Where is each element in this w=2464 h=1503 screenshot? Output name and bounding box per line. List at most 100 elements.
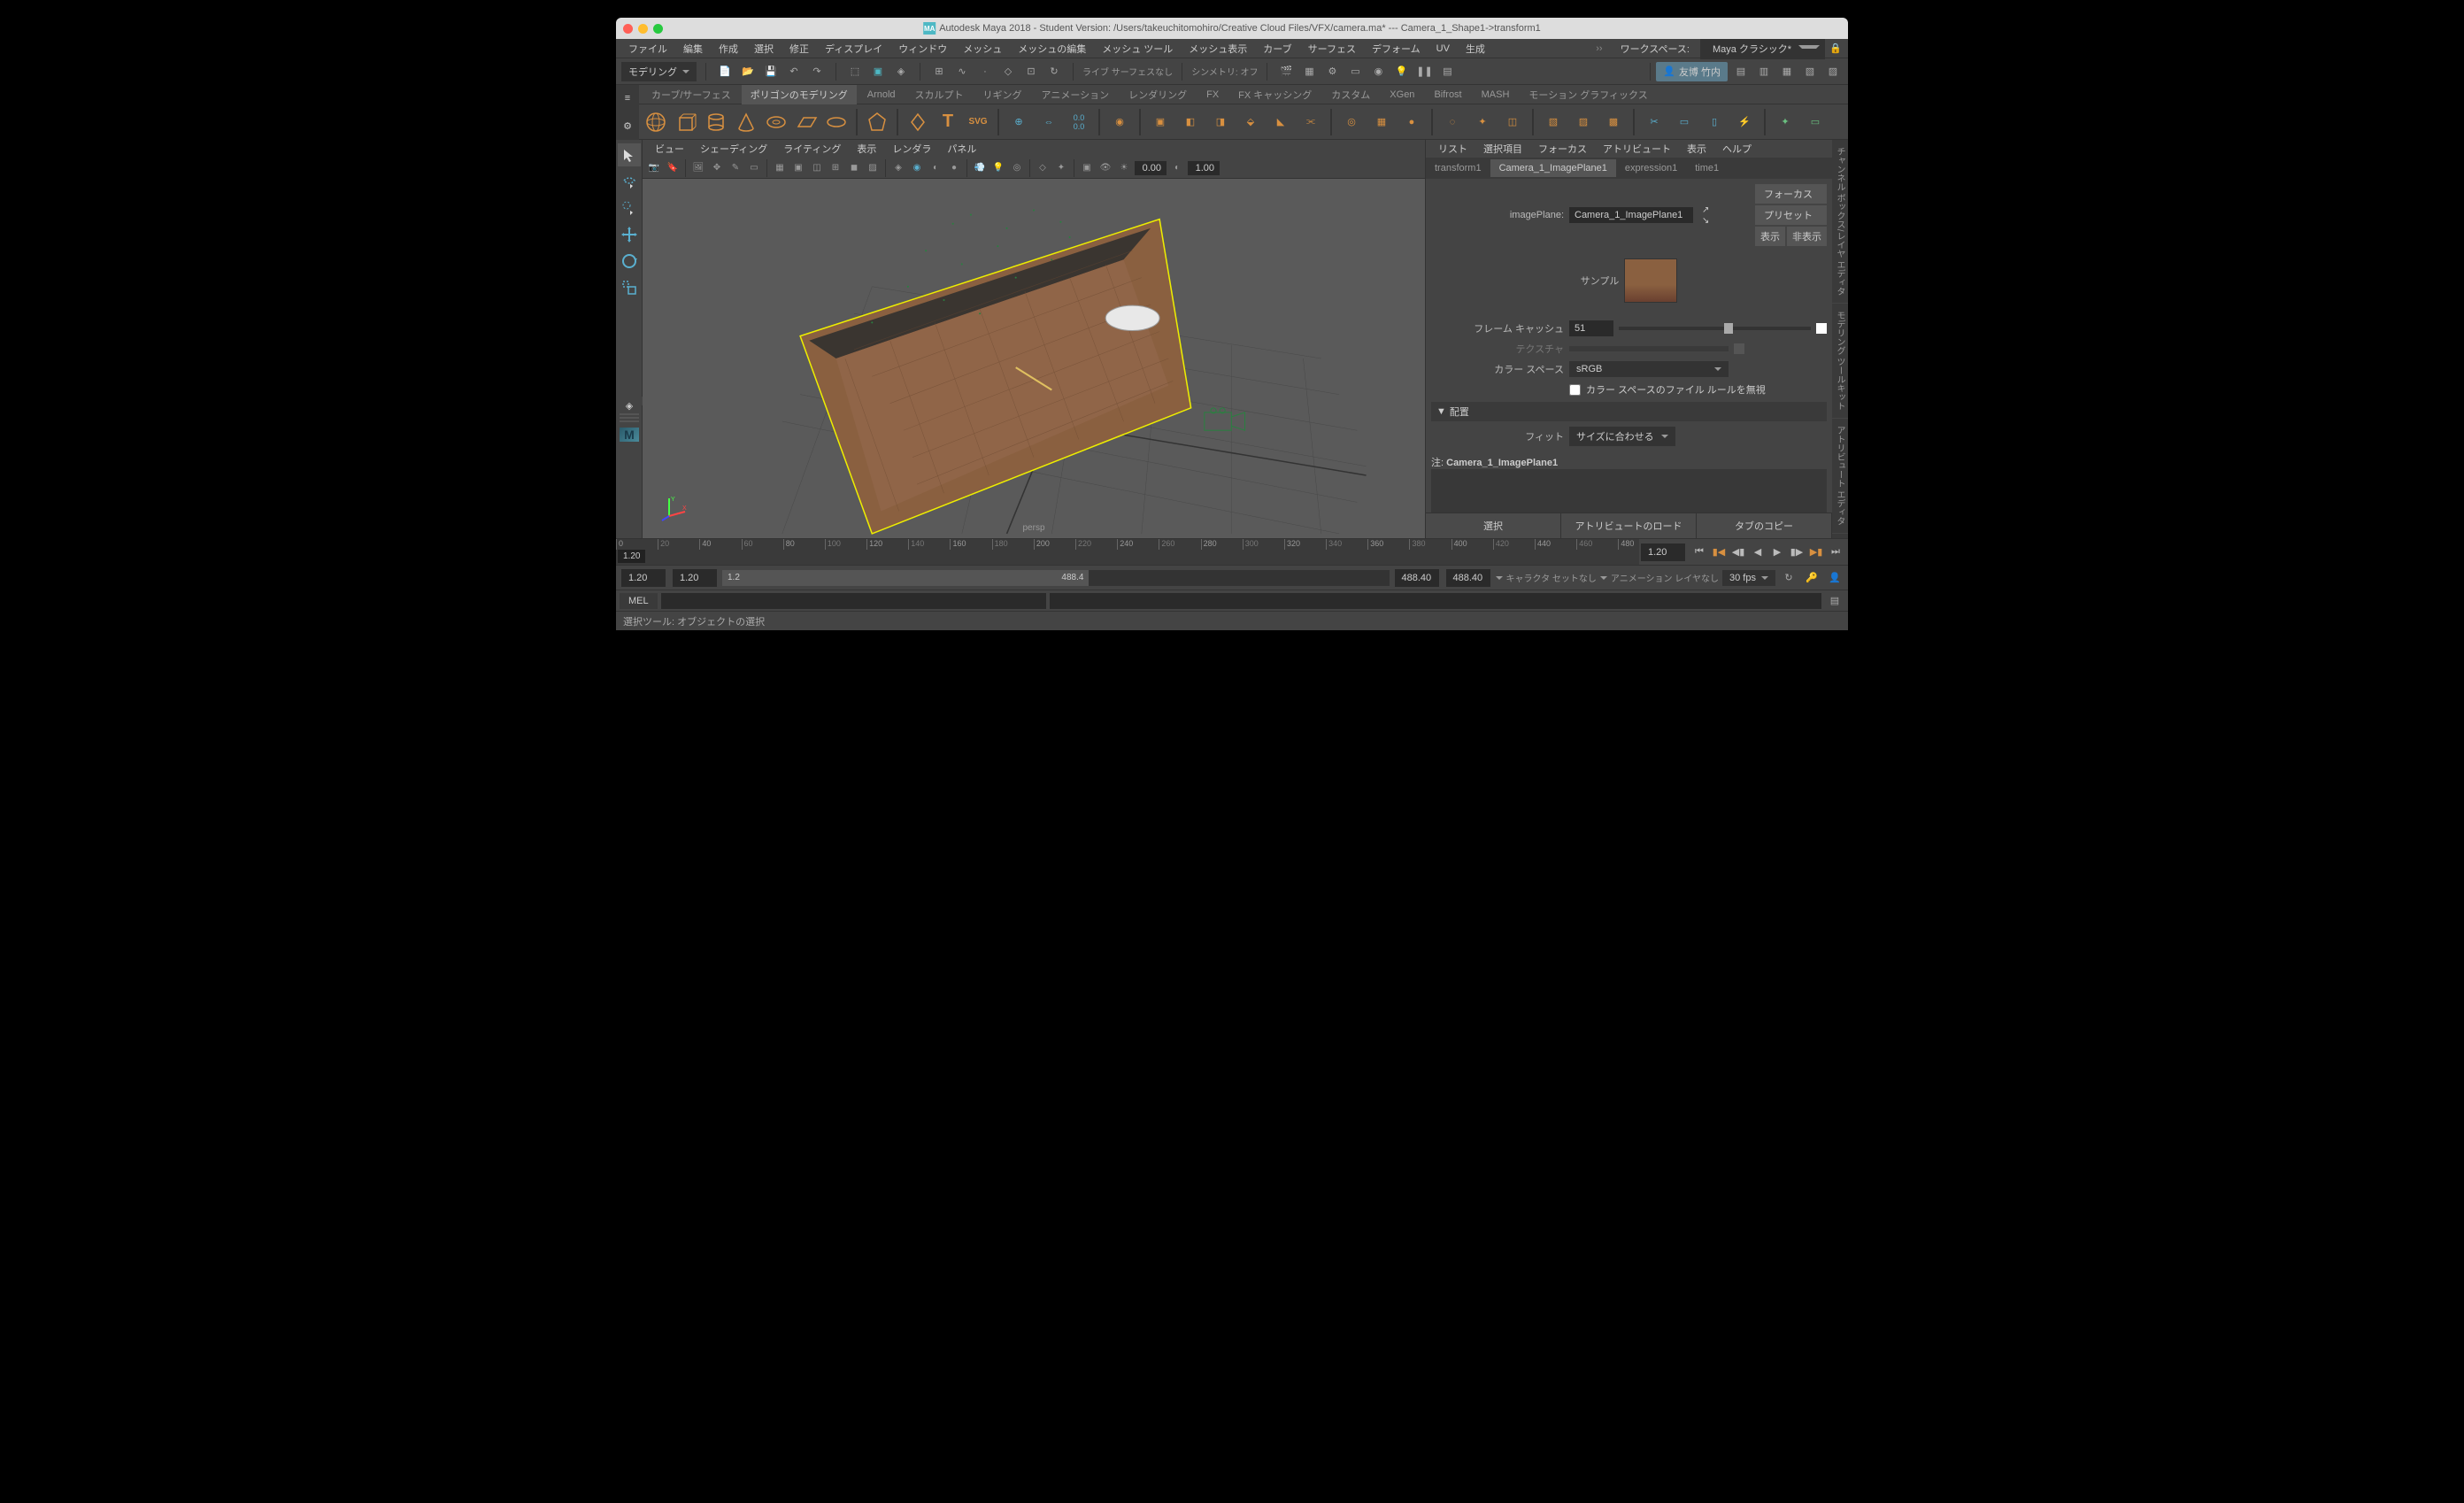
frame-cache-field[interactable]: 51 [1569, 320, 1613, 336]
shelf-tab-curves[interactable]: カーブ/サーフェス [643, 85, 740, 104]
channel-box-tab[interactable]: チャンネル ボックス/レイヤ エディタ [1832, 140, 1848, 304]
attr-menu-show[interactable]: 表示 [1680, 140, 1713, 158]
resolution-gate-icon[interactable]: ▣ [790, 160, 806, 176]
vp-menu-show[interactable]: 表示 [850, 140, 883, 158]
shelf-tab-custom[interactable]: カスタム [1322, 85, 1379, 104]
undo-icon[interactable]: ↶ [784, 62, 804, 81]
range-handle[interactable]: 1.2488.4 [722, 570, 1089, 586]
shelf-menu-icon[interactable]: ≡ [625, 93, 630, 104]
shelf-gear-icon[interactable]: ⚙ [623, 120, 632, 132]
modeling-toolkit-tab[interactable]: モデリング ツールキット [1832, 304, 1848, 419]
type-tool-icon[interactable]: T [935, 109, 961, 135]
menu-modify[interactable]: 修正 [782, 40, 816, 58]
vp-menu-view[interactable]: ビュー [648, 140, 691, 158]
menu-edit[interactable]: 編集 [676, 40, 710, 58]
film-gate-icon[interactable]: ▭ [746, 160, 762, 176]
vp-menu-panel[interactable]: パネル [940, 140, 983, 158]
extrude-icon[interactable]: ⬙ [1237, 109, 1264, 135]
go-up-icon[interactable]: ↗ [1702, 205, 1709, 215]
svg-tool-icon[interactable]: SVG [965, 109, 991, 135]
shelf-tab-xgen[interactable]: XGen [1381, 87, 1423, 103]
crease-icon[interactable]: ⚡ [1731, 109, 1758, 135]
colorspace-dropdown[interactable]: sRGB [1569, 361, 1729, 377]
shelf-tab-rendering[interactable]: レンダリング [1120, 85, 1196, 104]
poly-type-icon[interactable] [905, 109, 931, 135]
isolate-icon[interactable]: ◎ [1009, 160, 1025, 176]
attr-menu-help[interactable]: ヘルプ [1715, 140, 1759, 158]
menu-mesh-edit[interactable]: メッシュの編集 [1011, 40, 1093, 58]
cmd-lang-label[interactable]: MEL [620, 593, 658, 609]
open-scene-icon[interactable]: 📂 [738, 62, 758, 81]
step-back-icon[interactable]: ◀▮ [1729, 543, 1747, 561]
booleans-diff-icon[interactable]: ◧ [1177, 109, 1204, 135]
tool-settings-icon[interactable]: ▨ [1823, 62, 1843, 81]
booleans-union-icon[interactable]: ▣ [1147, 109, 1174, 135]
vp-menu-shading[interactable]: シェーディング [693, 140, 774, 158]
grease-pencil-icon[interactable]: ✎ [728, 160, 743, 176]
menu-select[interactable]: 選択 [747, 40, 781, 58]
snap-plane-icon[interactable]: ◇ [998, 62, 1018, 81]
attr-menu-selected[interactable]: 選択項目 [1476, 140, 1529, 158]
lasso-tool[interactable] [618, 170, 641, 193]
loop-icon[interactable]: ↻ [1779, 568, 1798, 588]
menu-display[interactable]: ディスプレイ [818, 40, 889, 58]
motion-blur-icon[interactable]: 💨 [972, 160, 988, 176]
gamma-icon[interactable]: ◐ [1169, 160, 1185, 176]
node-name-field[interactable]: Camera_1_ImagePlane1 [1569, 207, 1693, 223]
menu-mesh-display[interactable]: メッシュ表示 [1182, 40, 1254, 58]
smooth-icon[interactable]: ● [1398, 109, 1425, 135]
poly-plane-icon[interactable] [793, 109, 820, 135]
attr-tab-expression[interactable]: expression1 [1616, 159, 1686, 177]
lights-icon[interactable]: 💡 [990, 160, 1006, 176]
xray-joints-icon[interactable]: ✦ [1053, 160, 1069, 176]
playback-end-field[interactable]: 488.40 [1395, 569, 1439, 587]
command-input[interactable] [661, 593, 1047, 609]
menu-curve[interactable]: カーブ [1256, 40, 1298, 58]
character-set-dropdown[interactable]: キャラクタ セットなし [1506, 571, 1597, 584]
snap-live-icon[interactable]: ↻ [1044, 62, 1064, 81]
poly-platonic-icon[interactable] [864, 109, 890, 135]
select-button[interactable]: 選択 [1426, 513, 1561, 538]
default-material-icon[interactable]: ▣ [1079, 160, 1095, 176]
render-view-icon[interactable]: ▭ [1345, 62, 1365, 81]
menu-uv[interactable]: UV [1429, 42, 1457, 56]
offset-edge-icon[interactable]: ▯ [1701, 109, 1728, 135]
select-object-icon[interactable]: ▣ [868, 62, 888, 81]
gamma-field[interactable]: 1.00 [1188, 161, 1220, 175]
shelf-tab-mash[interactable]: MASH [1473, 87, 1519, 103]
menu-create[interactable]: 作成 [712, 40, 745, 58]
light-editor-icon[interactable]: 💡 [1391, 62, 1411, 81]
mode-dropdown[interactable]: モデリング [621, 62, 697, 81]
attr-editor-icon[interactable]: ▧ [1800, 62, 1820, 81]
load-attr-button[interactable]: アトリビュートのロード [1561, 513, 1697, 538]
current-time-field[interactable]: 1.20 [1641, 543, 1685, 561]
attr-tab-imageplane[interactable]: Camera_1_ImagePlane1 [1490, 159, 1616, 177]
poly-cone-icon[interactable] [733, 109, 759, 135]
sculpt-icon[interactable]: ✦ [1772, 109, 1798, 135]
play-back-icon[interactable]: ◀ [1749, 543, 1767, 561]
hypershade-icon[interactable]: ◉ [1368, 62, 1388, 81]
anim-layer-dropdown[interactable]: アニメーション レイヤなし [1611, 571, 1719, 584]
bevel-icon[interactable]: ◣ [1267, 109, 1294, 135]
graph-editor-icon[interactable]: ▥ [1754, 62, 1774, 81]
shadows-icon[interactable]: ◐ [928, 160, 943, 176]
detach-icon[interactable]: ▧ [1540, 109, 1567, 135]
script-editor-icon[interactable]: ▤ [1825, 591, 1844, 611]
menu-deform[interactable]: デフォーム [1365, 40, 1428, 58]
snap-view-icon[interactable]: ⊡ [1021, 62, 1041, 81]
go-end-icon[interactable]: ⏭ [1827, 543, 1844, 561]
menu-generate[interactable]: 生成 [1459, 40, 1492, 58]
bookmark-icon[interactable]: 🔖 [665, 160, 681, 176]
range-start-field[interactable]: 1.20 [621, 569, 666, 587]
playback-start-field[interactable]: 1.20 [673, 569, 717, 587]
collapse-icon[interactable]: ✦ [1469, 109, 1496, 135]
shelf-tab-animation[interactable]: アニメーション [1033, 85, 1119, 104]
frame-cache-slider[interactable] [1619, 327, 1811, 330]
attr-menu-attr[interactable]: アトリビュート [1596, 140, 1678, 158]
layout-v2-icon[interactable] [620, 420, 639, 422]
shelf-tab-fxcache[interactable]: FX キャッシング [1229, 85, 1321, 104]
live-surface-label[interactable]: ライブ サーフェスなし [1082, 65, 1173, 78]
panel-layout-icon[interactable]: ▤ [1437, 62, 1457, 81]
step-forward-key-icon[interactable]: ▶▮ [1807, 543, 1825, 561]
attr-menu-list[interactable]: リスト [1431, 140, 1475, 158]
